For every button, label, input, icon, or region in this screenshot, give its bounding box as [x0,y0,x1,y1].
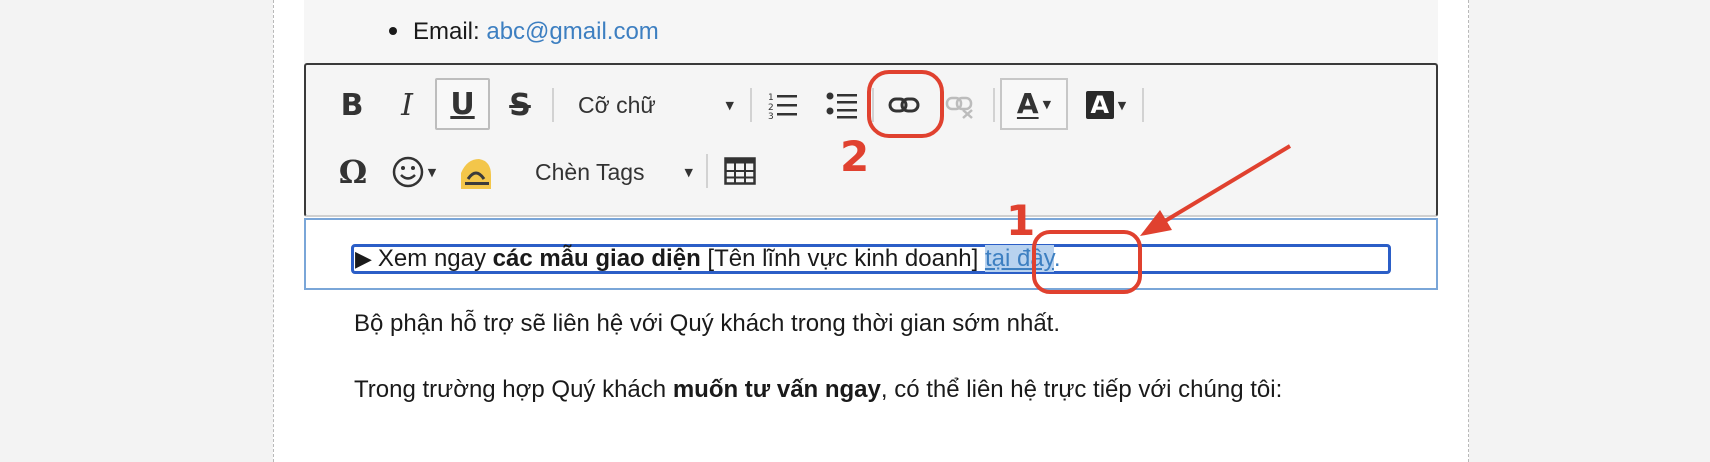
highlight-button[interactable] [458,152,494,192]
background-color-button[interactable]: A ▼ [1078,86,1134,124]
table-icon [724,157,756,185]
insert-tags-dropdown[interactable]: Chèn Tags ▼ [535,152,693,192]
special-character-button[interactable]: Ω [335,152,371,192]
background-color-icon: A [1085,91,1114,119]
ordered-list-button[interactable]: 1 2 3 [766,88,800,122]
chevron-down-icon: ▼ [684,165,693,179]
editor-bracket-text: [Tên lĩnh vực kinh doanh] [707,245,979,272]
italic-button[interactable]: I [390,86,424,124]
unordered-list-button[interactable] [822,88,862,122]
emoji-icon [392,156,424,188]
svg-text:3: 3 [768,112,774,119]
remove-link-button[interactable] [943,92,977,122]
toolbar-divider [993,88,995,122]
editor-paragraph[interactable]: ▶ Xem ngay các mẫu giao diện [Tên lĩnh vự… [355,243,1061,275]
font-size-label: Cỡ chữ [578,91,656,118]
chevron-down-icon: ▼ [1042,97,1052,111]
strikethrough-button[interactable]: S [500,86,540,124]
bold-button[interactable]: B [335,86,369,124]
insert-tags-label: Chèn Tags [535,158,645,185]
email-list-item: Email: abc@gmail.com [389,16,659,48]
annotation-step-1: 1 [1006,196,1036,245]
text-color-icon: A [1016,87,1039,120]
chevron-down-icon: ▼ [1117,98,1127,112]
editor-prefix: Xem ngay [377,245,486,272]
email-link[interactable]: abc@gmail.com [486,18,658,45]
editor-bold-text: các mẫu giao diện [492,245,701,272]
highlight-icon [461,159,491,189]
emoji-button[interactable]: ▼ [385,152,443,192]
toolbar-divider [1142,88,1144,122]
annotation-circle-link-text [1032,230,1142,294]
insert-table-button[interactable] [722,154,758,188]
underline-button[interactable]: U [435,78,490,130]
font-size-dropdown[interactable]: Cỡ chữ ▼ [578,86,734,124]
play-arrow-icon: ▶ [355,246,372,271]
annotation-step-2: 2 [840,132,870,181]
toolbar-divider [706,154,708,188]
unlink-icon [945,96,973,119]
contact-suffix: , có thể liên hệ trực tiếp với chúng tôi… [880,376,1283,403]
chevron-down-icon: ▼ [725,98,734,112]
contact-paragraph: Trong trường hợp Quý khách muốn tư vấn n… [354,374,1282,406]
support-paragraph: Bộ phận hỗ trợ sẽ liên hệ với Quý khách … [354,310,1060,337]
unordered-list-icon [826,92,857,119]
email-label: Email: [413,18,480,45]
toolbar-divider [750,88,752,122]
bullet-icon [389,27,397,35]
chevron-down-icon: ▼ [427,165,437,179]
annotation-circle-link-button [867,70,944,138]
ordered-list-icon: 1 2 3 [768,93,797,119]
svg-text:1: 1 [768,93,774,103]
text-color-button[interactable]: A ▼ [1000,78,1068,130]
contact-bold: muốn tư vấn ngay [672,376,881,403]
contact-prefix: Trong trường hợp Quý khách [354,376,667,403]
toolbar-divider [552,88,554,122]
annotation-arrow-icon [1140,144,1292,236]
